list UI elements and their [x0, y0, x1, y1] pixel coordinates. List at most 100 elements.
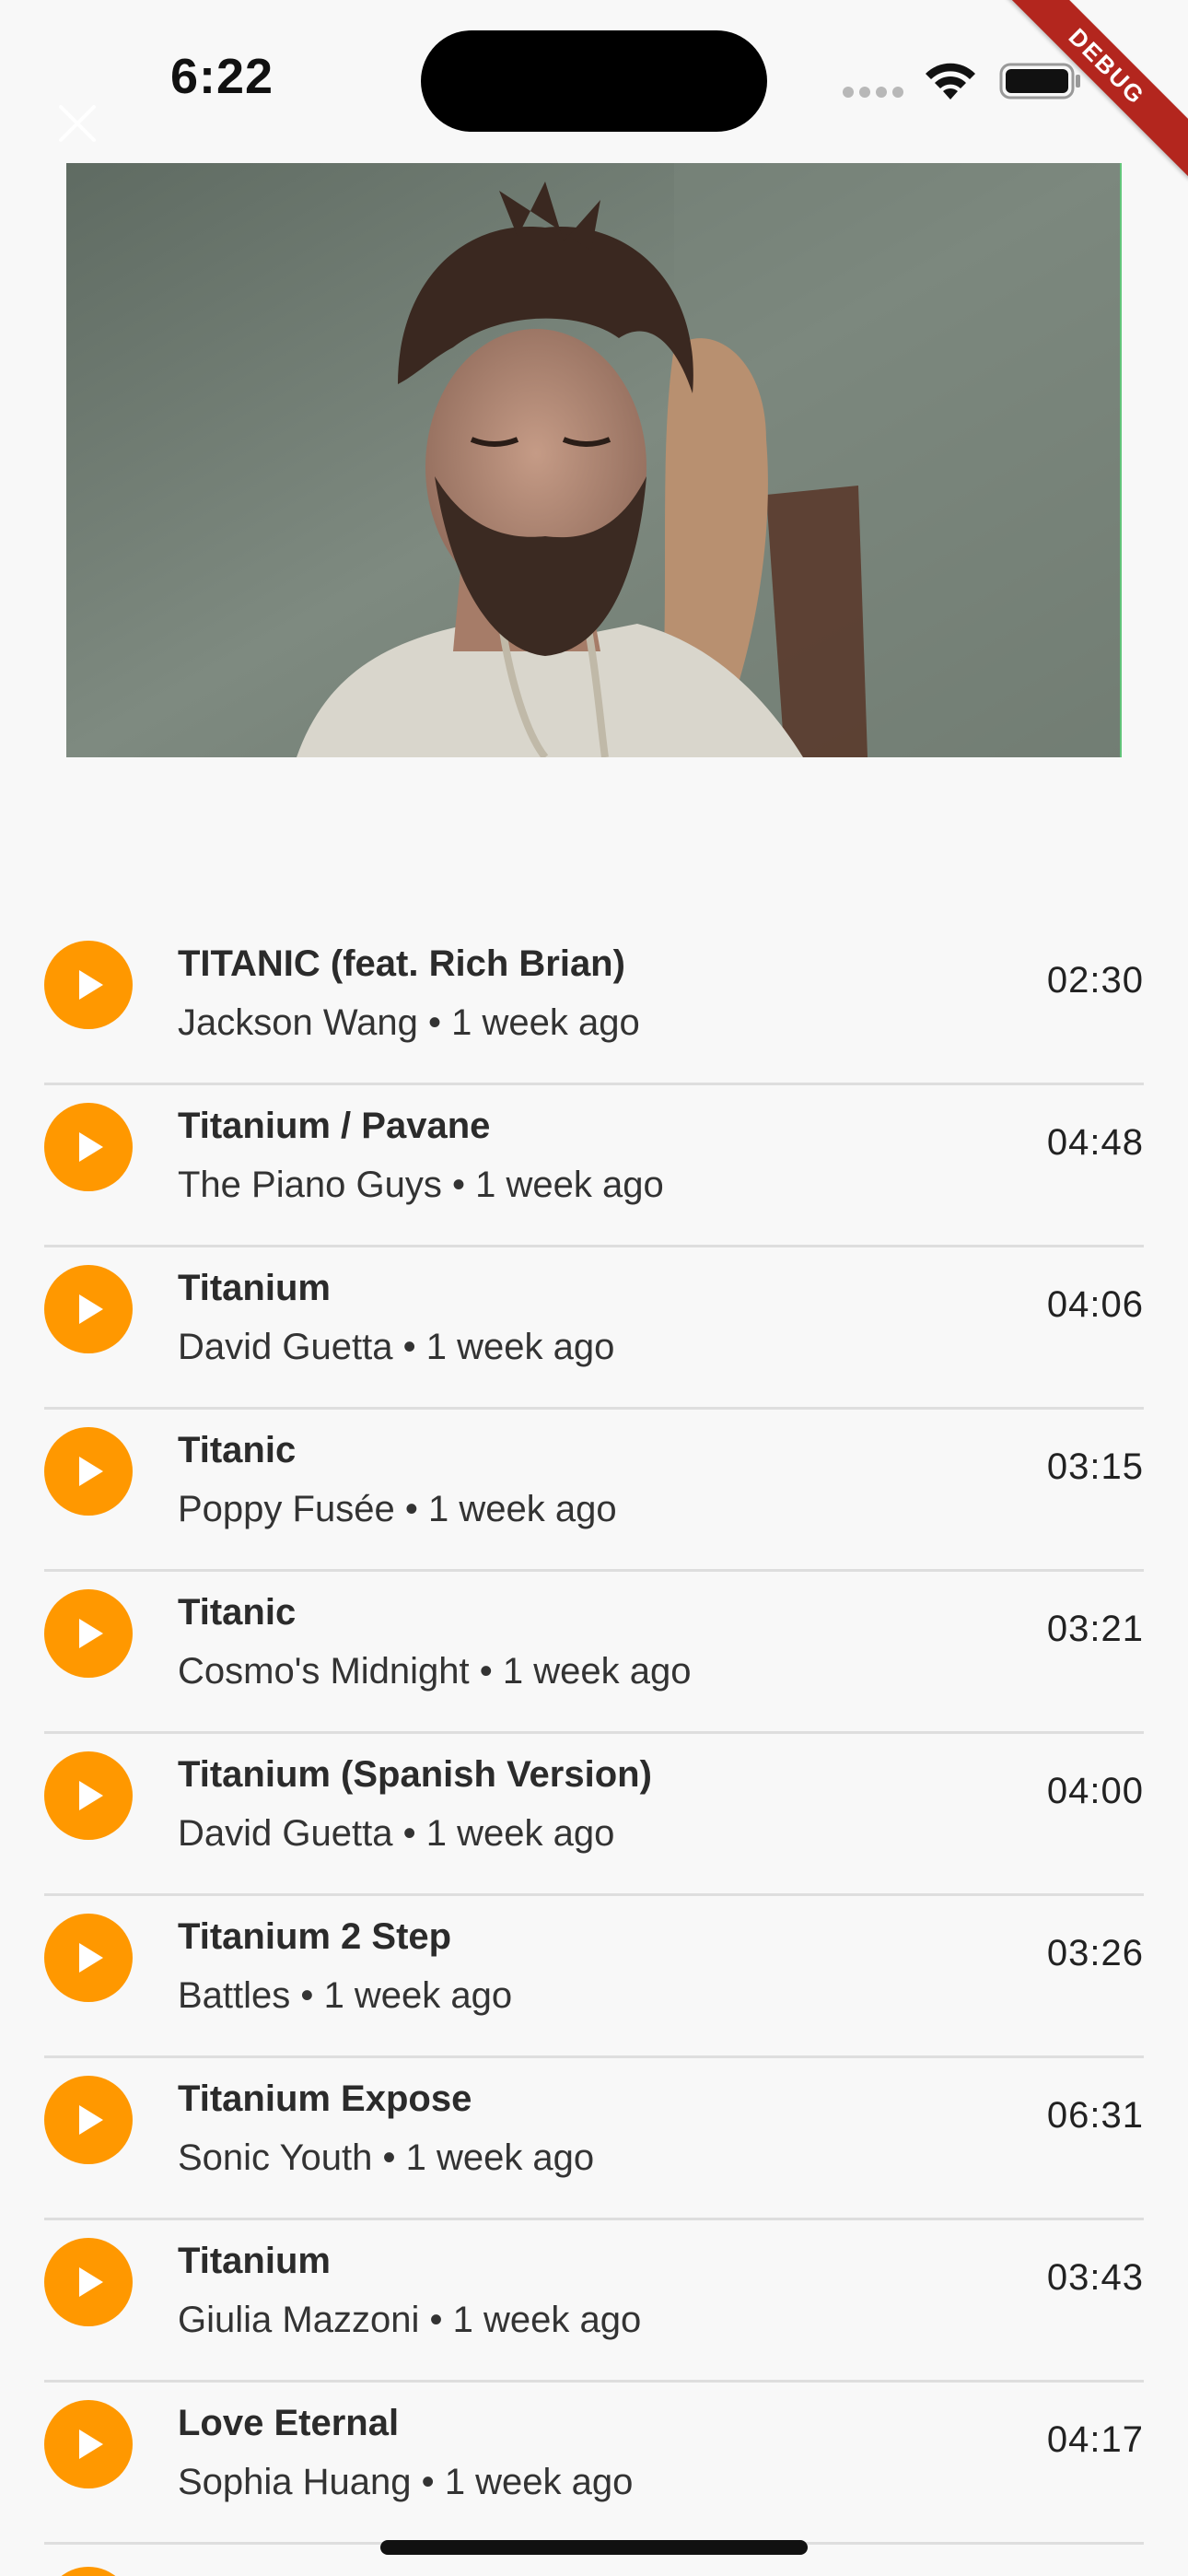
song-separator: • — [404, 1489, 418, 1529]
play-icon — [79, 1457, 103, 1486]
song-subtitle: David Guetta • 1 week ago — [178, 1327, 614, 1368]
song-row[interactable]: Titanic Cosmo's Midnight • 1 week ago 03:2… — [44, 1572, 1144, 1734]
song-age: 1 week ago — [425, 1327, 615, 1367]
play-button[interactable] — [44, 2238, 133, 2326]
play-icon — [79, 1132, 103, 1162]
song-subtitle: Cosmo's Midnight • 1 week ago — [178, 1651, 692, 1692]
song-title: Titanic — [178, 1592, 297, 1633]
song-separator: • — [300, 1975, 314, 2016]
song-separator: • — [402, 1327, 416, 1367]
song-age: 1 week ago — [323, 1975, 513, 2016]
song-separator: • — [451, 1165, 465, 1205]
battery-icon — [999, 63, 1080, 100]
song-row[interactable]: Titanium / Pavane The Piano Guys • 1 week… — [44, 1085, 1144, 1247]
song-row[interactable]: TITANIC (feat. Rich Brian) Jackson Wang •… — [44, 923, 1144, 1085]
song-duration: 03:21 — [1046, 1609, 1144, 1649]
song-title: Titanic — [178, 1430, 297, 1470]
dynamic-island — [421, 30, 767, 132]
song-duration: 03:15 — [1046, 1446, 1144, 1487]
song-duration: 04:17 — [1046, 2419, 1144, 2460]
play-button[interactable] — [44, 941, 133, 1029]
song-age: 1 week ago — [451, 1002, 640, 1043]
play-icon — [79, 970, 103, 1000]
song-age: 1 week ago — [452, 2300, 642, 2340]
song-age: 1 week ago — [475, 1165, 664, 1205]
song-subtitle: Sophia Huang • 1 week ago — [178, 2462, 633, 2503]
play-button[interactable] — [44, 2400, 133, 2488]
song-row[interactable]: Love Eternal Sophia Huang • 1 week ago 04:… — [44, 2383, 1144, 2545]
song-row[interactable]: Titanic Poppy Fusée • 1 week ago 03:15 — [44, 1410, 1144, 1572]
song-duration: 03:26 — [1046, 1933, 1144, 1973]
play-button[interactable] — [44, 1265, 133, 1353]
song-subtitle: David Guetta • 1 week ago — [178, 1813, 614, 1855]
song-duration: 03:43 — [1046, 2257, 1144, 2298]
song-title: Love Eternal — [178, 2403, 400, 2443]
song-separator: • — [429, 2300, 443, 2340]
song-subtitle: Battles • 1 week ago — [178, 1975, 512, 2017]
song-title: Titanium Expose — [178, 2078, 472, 2119]
song-artist: Battles — [178, 1975, 291, 2016]
home-indicator[interactable] — [380, 2540, 808, 2555]
play-button[interactable] — [44, 1914, 133, 2002]
song-subtitle: Poppy Fusée • 1 week ago — [178, 1489, 617, 1530]
video-edge — [1120, 163, 1122, 757]
song-row[interactable]: Titanium Expose Sonic Youth • 1 week ago 0… — [44, 2058, 1144, 2220]
song-duration: 04:00 — [1046, 1771, 1144, 1811]
video-frame — [66, 163, 1122, 757]
screen: 6:22 DEBUG TITANIC (feat. Rich Brian) Ja… — [0, 0, 1188, 2576]
song-age: 1 week ago — [444, 2462, 634, 2502]
song-title: Titanium / Pavane — [178, 1106, 491, 1146]
song-subtitle: Jackson Wang • 1 week ago — [178, 1002, 640, 1044]
play-button[interactable] — [44, 1103, 133, 1191]
song-title: Titanium (Spanish Version) — [178, 1754, 652, 1795]
status-time: 6:22 — [170, 49, 274, 104]
play-icon — [79, 1619, 103, 1648]
song-list: TITANIC (feat. Rich Brian) Jackson Wang •… — [44, 923, 1144, 2576]
song-artist: Giulia Mazzoni — [178, 2300, 420, 2340]
song-subtitle: Giulia Mazzoni • 1 week ago — [178, 2300, 641, 2341]
song-duration: 06:31 — [1046, 2095, 1144, 2136]
play-button[interactable] — [44, 1751, 133, 1840]
play-icon — [79, 2430, 103, 2459]
song-artist: Cosmo's Midnight — [178, 1651, 470, 1692]
song-age: 1 week ago — [427, 1489, 617, 1529]
song-artist: David Guetta — [178, 1327, 393, 1367]
song-separator: • — [427, 1002, 441, 1043]
song-artist: Sophia Huang — [178, 2462, 412, 2502]
song-separator: • — [402, 1813, 416, 1854]
play-button[interactable] — [44, 1589, 133, 1678]
play-button[interactable] — [44, 1427, 133, 1516]
wifi-icon — [926, 63, 975, 100]
song-duration: 04:48 — [1046, 1122, 1144, 1163]
video-player[interactable] — [66, 163, 1122, 757]
song-separator: • — [382, 2137, 396, 2178]
song-artist: Jackson Wang — [178, 1002, 418, 1043]
song-subtitle: The Piano Guys • 1 week ago — [178, 1165, 664, 1206]
song-row[interactable]: Titanium (Spanish Version) David Guetta •… — [44, 1734, 1144, 1896]
cellular-signal-icon — [843, 87, 903, 98]
song-artist: David Guetta — [178, 1813, 393, 1854]
play-button[interactable] — [44, 2076, 133, 2164]
song-artist: Sonic Youth — [178, 2137, 373, 2178]
song-separator: • — [479, 1651, 493, 1692]
song-row[interactable]: Titanium 2 Step Battles • 1 week ago 03:26 — [44, 1896, 1144, 2058]
song-title: Titanium — [178, 2241, 331, 2281]
song-title: TITANIC (feat. Rich Brian) — [178, 943, 625, 984]
song-subtitle: Sonic Youth • 1 week ago — [178, 2137, 594, 2179]
play-icon — [79, 2267, 103, 2297]
play-icon — [79, 1781, 103, 1810]
close-icon[interactable] — [55, 101, 99, 146]
song-artist: The Piano Guys — [178, 1165, 442, 1205]
song-duration: 04:06 — [1046, 1284, 1144, 1325]
play-button[interactable] — [44, 2567, 133, 2576]
song-age: 1 week ago — [502, 1651, 692, 1692]
play-icon — [79, 1294, 103, 1324]
song-title: Titanium 2 Step — [178, 1916, 452, 1957]
song-artist: Poppy Fusée — [178, 1489, 395, 1529]
song-title: Titanium — [178, 1268, 331, 1308]
song-row[interactable]: Titanium David Guetta • 1 week ago 04:06 — [44, 1247, 1144, 1410]
song-row[interactable]: Titanium Giulia Mazzoni • 1 week ago 03:43 — [44, 2220, 1144, 2383]
play-icon — [79, 1943, 103, 1973]
song-separator: • — [421, 2462, 435, 2502]
song-age: 1 week ago — [405, 2137, 595, 2178]
